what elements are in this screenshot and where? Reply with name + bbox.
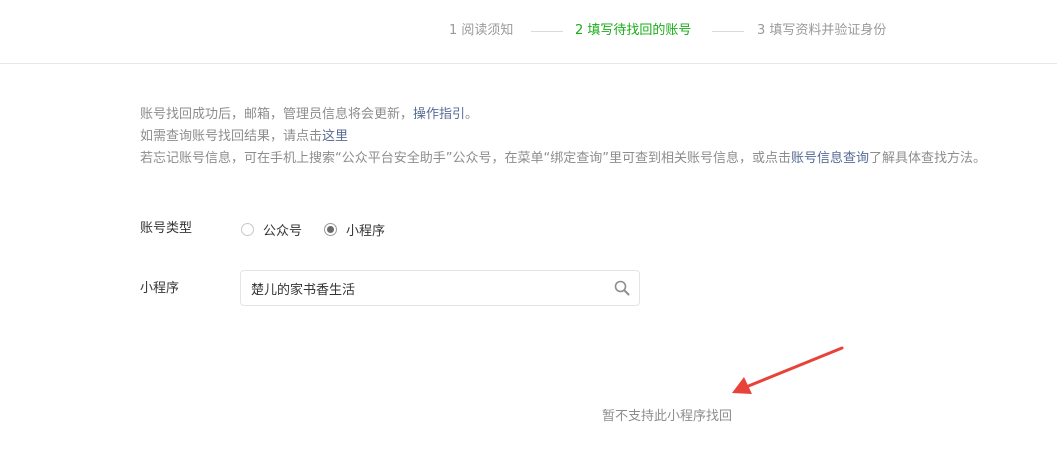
miniprogram-label: 小程序 bbox=[140, 281, 180, 296]
step-verify-identity: 3 填写资料并验证身份 bbox=[757, 23, 887, 38]
radio-unchecked-icon[interactable] bbox=[241, 222, 254, 236]
steps-bar: 1 阅读须知 2 填写待找回的账号 3 填写资料并验证身份 bbox=[0, 0, 1057, 64]
step-read-notice: 1 阅读须知 bbox=[449, 23, 514, 38]
miniprogram-search-input[interactable] bbox=[241, 271, 601, 305]
miniprogram-search-box bbox=[240, 270, 640, 306]
radio-label: 小程序 bbox=[346, 223, 386, 239]
red-arrow-icon bbox=[732, 346, 844, 394]
unsupported-tip: 暂不支持此小程序找回 bbox=[602, 409, 733, 424]
recovery-notice: 账号找回成功后，邮箱，管理员信息将会更新，操作指引。 如需查询账号找回结果，请点… bbox=[140, 104, 986, 170]
notice-line-2: 如需查询账号找回结果，请点击这里 bbox=[140, 129, 349, 144]
radio-label: 公众号 bbox=[263, 223, 303, 239]
step-separator bbox=[712, 31, 744, 32]
radio-checked-icon[interactable] bbox=[324, 222, 337, 236]
operation-guide-link[interactable]: 操作指引 bbox=[413, 107, 465, 122]
account-info-query-link[interactable]: 账号信息查询 bbox=[791, 151, 869, 166]
notice-line-3: 若忘记账号信息，可在手机上搜索“公众平台安全助手”公众号，在菜单“绑定查询”里可… bbox=[140, 151, 986, 166]
notice-line-1: 账号找回成功后，邮箱，管理员信息将会更新，操作指引。 bbox=[140, 107, 479, 122]
step-fill-account: 2 填写待找回的账号 bbox=[575, 23, 692, 38]
check-result-link[interactable]: 这里 bbox=[322, 129, 348, 144]
step-separator bbox=[531, 31, 563, 32]
radio-mini-program[interactable]: 小程序 bbox=[324, 220, 386, 239]
radio-official-account[interactable]: 公众号 bbox=[241, 220, 303, 239]
search-icon[interactable] bbox=[613, 279, 631, 297]
account-type-label: 账号类型 bbox=[140, 221, 193, 236]
